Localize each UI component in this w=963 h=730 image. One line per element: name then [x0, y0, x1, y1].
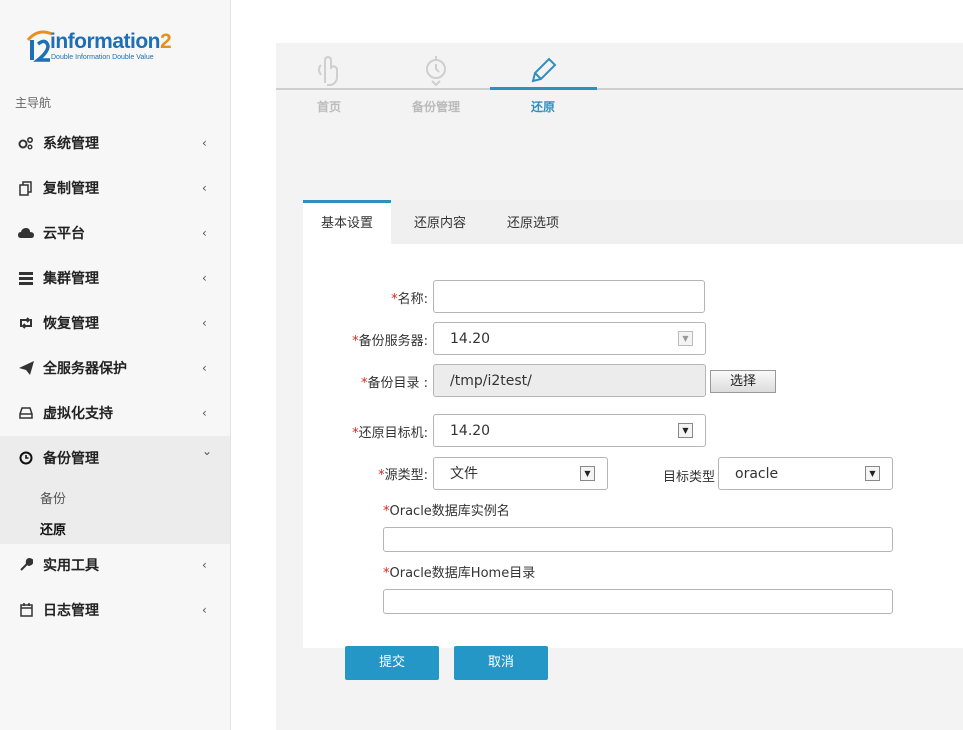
step-label: 首页: [316, 100, 341, 114]
sidebar-item-label: 复制管理: [43, 181, 99, 197]
brand-logo: information2 Double Information Double V…: [24, 26, 199, 66]
copy-icon: [18, 180, 34, 196]
submenu-item-restore[interactable]: 还原: [40, 519, 66, 538]
chevron-left-icon: ‹: [202, 226, 207, 240]
backup-server-select[interactable]: 14.20 ▼: [433, 322, 706, 355]
active-step-indicator: [490, 87, 597, 90]
nav-title: 主导航: [15, 96, 52, 110]
chevron-left-icon: ‹: [202, 603, 207, 617]
sidebar-item-cluster[interactable]: 集群管理 ‹: [0, 256, 230, 300]
sidebar-item-label: 系统管理: [43, 136, 99, 152]
step-home[interactable]: 首页: [276, 43, 382, 116]
pencil-icon: [531, 57, 557, 83]
target-host-value: 14.20: [450, 423, 491, 439]
sidebar-item-label: 日志管理: [43, 603, 99, 619]
chevron-down-icon: ⌄: [202, 444, 213, 458]
backup-dir-input: /tmp/i2test/: [433, 364, 706, 397]
tab-basic-settings[interactable]: 基本设置: [303, 200, 391, 244]
chevron-left-icon: ‹: [202, 361, 207, 375]
oracle-home-label: *Oracle数据库Home目录: [383, 566, 536, 581]
sidebar-item-backup[interactable]: 备份管理 ⌄: [0, 436, 230, 480]
gears-icon: [18, 135, 34, 151]
cloud-icon: [18, 225, 34, 241]
step-label: 备份管理: [411, 100, 460, 114]
submenu-item-backup[interactable]: 备份: [40, 488, 66, 507]
target-type-select[interactable]: oracle ▼: [718, 457, 893, 490]
stopwatch-icon: [426, 56, 446, 87]
choose-button[interactable]: 选择: [710, 370, 776, 393]
clock-icon: [18, 450, 34, 466]
step-backup-management[interactable]: 备份管理: [383, 43, 489, 116]
paper-plane-icon: [18, 360, 34, 376]
dropdown-arrow-icon: ▼: [865, 466, 880, 481]
step-wizard: 首页 备份管理 还原: [276, 43, 963, 114]
step-label: 还原: [530, 100, 555, 114]
sidebar-item-label: 实用工具: [43, 558, 99, 574]
wrench-icon: [18, 557, 34, 573]
target-type-label: 目标类型: [662, 470, 715, 485]
step-restore[interactable]: 还原: [490, 43, 596, 116]
name-label: *名称:: [391, 292, 428, 307]
target-host-select[interactable]: 14.20 ▼: [433, 414, 706, 447]
dropdown-arrow-icon: ▼: [580, 466, 595, 481]
sidebar-item-label: 集群管理: [43, 271, 99, 287]
source-type-value: 文件: [450, 466, 478, 482]
sidebar-item-replication[interactable]: 复制管理 ‹: [0, 166, 230, 210]
oracle-instance-input[interactable]: [383, 527, 893, 552]
calendar-icon: [18, 602, 34, 618]
dropdown-arrow-icon: ▼: [678, 331, 693, 346]
tab-restore-content[interactable]: 还原内容: [395, 200, 485, 244]
chevron-left-icon: ‹: [202, 406, 207, 420]
submit-button[interactable]: 提交: [345, 646, 439, 680]
sidebar-item-logs[interactable]: 日志管理 ‹: [0, 588, 230, 632]
oracle-instance-label: *Oracle数据库实例名: [383, 504, 510, 519]
target-type-value: oracle: [735, 466, 779, 482]
backup-submenu: 备份 还原: [0, 480, 230, 544]
chevron-left-icon: ‹: [202, 316, 207, 330]
hdd-icon: [18, 405, 34, 421]
tab-restore-options[interactable]: 还原选项: [489, 200, 577, 244]
sidebar-item-label: 虚拟化支持: [43, 406, 113, 422]
oracle-home-input[interactable]: [383, 589, 893, 614]
server-icon: [18, 270, 34, 286]
backup-server-value: 14.20: [450, 331, 491, 347]
sidebar-item-full-server[interactable]: 全服务器保护 ‹: [0, 346, 230, 390]
hand-pointer-icon: [318, 55, 338, 86]
sidebar-item-system[interactable]: 系统管理 ‹: [0, 121, 230, 165]
target-host-label: *还原目标机:: [352, 426, 428, 441]
sidebar-item-label: 恢复管理: [43, 316, 99, 332]
name-input[interactable]: [433, 280, 705, 313]
logo-tagline: Double Information Double Value: [51, 54, 154, 61]
main-content: 首页 备份管理 还原 基本设置 还原内容 还原选项 *名称: *备份服务器: 1…: [276, 43, 963, 730]
sidebar: information2 Double Information Double V…: [0, 0, 231, 730]
sidebar-item-label: 备份管理: [43, 451, 99, 467]
source-type-select[interactable]: 文件 ▼: [433, 457, 608, 490]
retweet-icon: [18, 315, 34, 331]
sidebar-item-label: 云平台: [43, 226, 85, 242]
sidebar-item-tools[interactable]: 实用工具 ‹: [0, 543, 230, 587]
cancel-button[interactable]: 取消: [454, 646, 548, 680]
tab-bar: 基本设置 还原内容 还原选项: [303, 200, 963, 244]
source-type-label: *源类型:: [378, 468, 428, 483]
backup-server-label: *备份服务器:: [352, 334, 428, 349]
sidebar-item-recovery[interactable]: 恢复管理 ‹: [0, 301, 230, 345]
chevron-left-icon: ‹: [202, 181, 207, 195]
sidebar-item-label: 全服务器保护: [43, 361, 127, 377]
logo-wordmark: information2: [50, 30, 172, 53]
chevron-left-icon: ‹: [202, 558, 207, 572]
sidebar-item-cloud[interactable]: 云平台 ‹: [0, 211, 230, 255]
chevron-left-icon: ‹: [202, 271, 207, 285]
sidebar-item-virtualization[interactable]: 虚拟化支持 ‹: [0, 391, 230, 435]
dropdown-arrow-icon: ▼: [678, 423, 693, 438]
restore-form-panel: 基本设置 还原内容 还原选项 *名称: *备份服务器: 14.20 ▼ *备份目…: [303, 200, 963, 648]
backup-dir-label: *备份目录 :: [360, 376, 428, 391]
chevron-left-icon: ‹: [202, 136, 207, 150]
